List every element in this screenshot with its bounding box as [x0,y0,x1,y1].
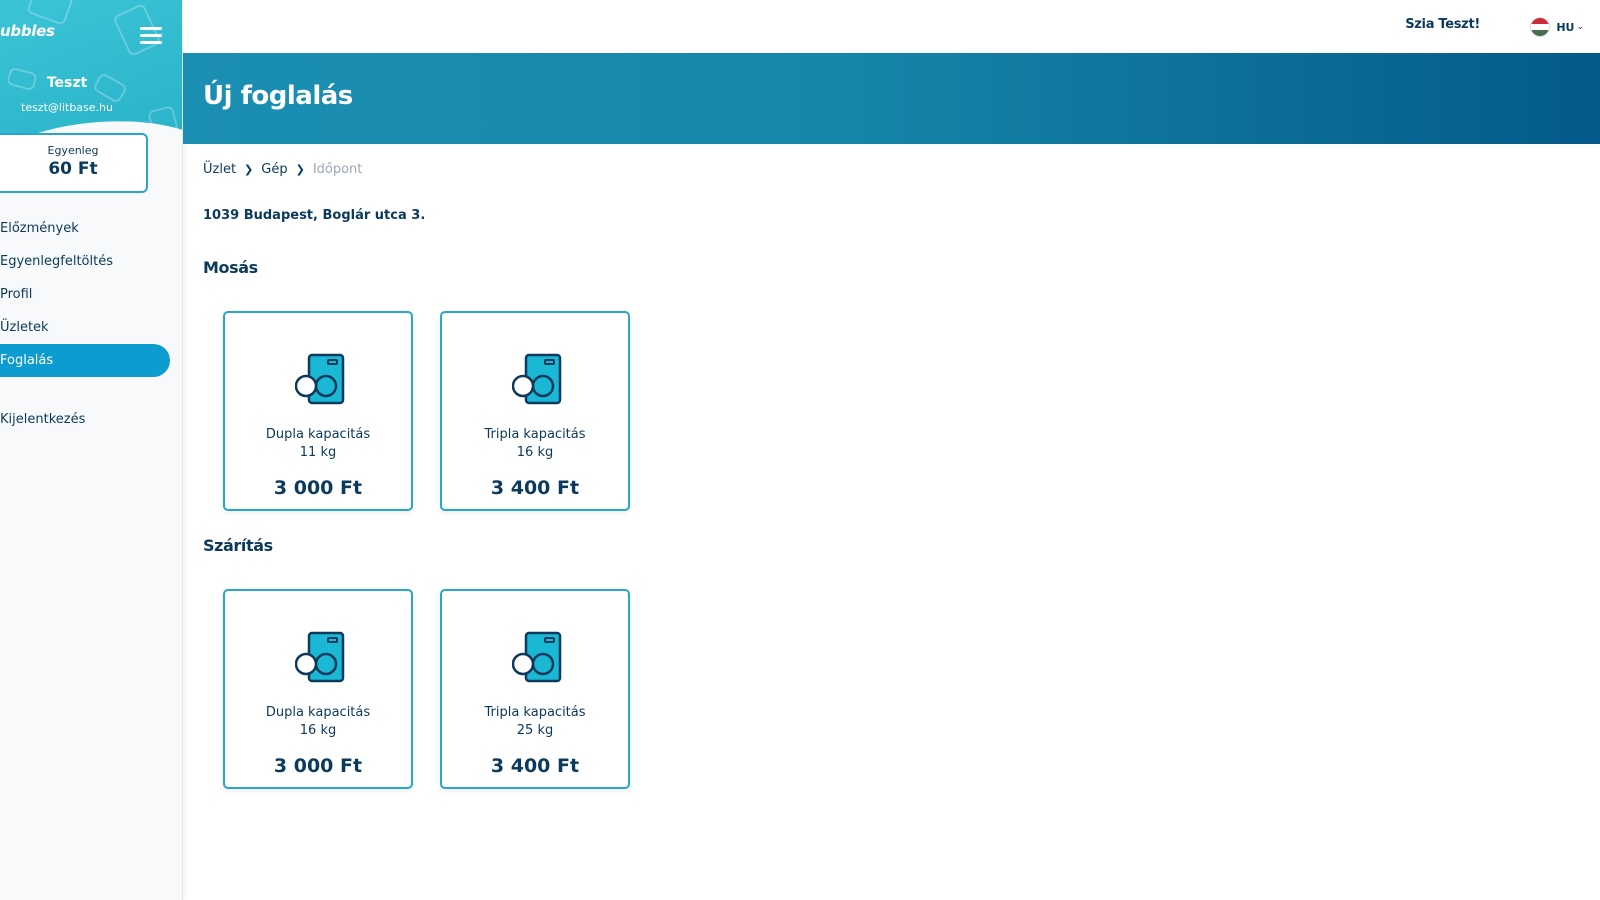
chevron-down-icon: ⌄ [1576,22,1584,32]
machine-capacity: 16 kg [516,445,554,460]
washing-machine-icon [295,353,345,405]
sidebar-header: ubbles Teszt teszt@litbase.hu [0,0,182,140]
balance-value: 60 Ft [48,159,98,179]
language-selector[interactable]: HU ⌄ [1530,16,1584,38]
chevron-right-icon: ❯ [295,163,305,176]
breadcrumb-shop[interactable]: Üzlet [203,162,236,177]
machine-price: 3 400 Ft [490,477,580,499]
washing-machine-icon [512,353,562,405]
machine-price: 3 400 Ft [490,755,580,777]
machine-capacity: 11 kg [299,445,337,460]
sidebar-item-booking[interactable]: Foglalás [0,344,170,377]
breadcrumb-machine[interactable]: Gép [261,162,287,177]
machine-card[interactable]: Dupla kapacitás 16 kg 3 000 Ft [223,589,413,789]
sidebar-item-history[interactable]: Előzmények [0,212,182,245]
machine-card[interactable]: Tripla kapacitás 16 kg 3 400 Ft [440,311,630,511]
machine-capacity: 16 kg [299,723,337,738]
machine-card[interactable]: Tripla kapacitás 25 kg 3 400 Ft [440,589,630,789]
machine-name: Tripla kapacitás [484,427,586,442]
section-title-drying: Szárítás [203,536,273,555]
user-email: teszt@litbase.hu [21,101,113,114]
logout-link[interactable]: Kijelentkezés [0,412,85,427]
balance-label: Egyenleg [47,144,99,157]
dryer-machine-icon [512,631,562,683]
brand-logo[interactable]: ubbles [0,22,55,40]
chevron-right-icon: ❯ [244,163,254,176]
sidebar-item-profile[interactable]: Profil [0,278,182,311]
shop-address: 1039 Budapest, Boglár utca 3. [203,208,426,223]
language-code: HU [1556,20,1575,34]
top-bar: Szia Teszt! HU ⌄ [183,0,1600,53]
dryer-machine-icon [295,631,345,683]
page-title: Új foglalás [203,81,353,111]
sidebar-item-shops[interactable]: Üzletek [0,311,182,344]
hungarian-flag-icon [1530,17,1551,37]
page-banner: Új foglalás [183,53,1600,144]
sidebar-nav: Előzmények Egyenlegfeltöltés Profil Üzle… [0,212,182,377]
sidebar: ubbles Teszt teszt@litbase.hu Egyenleg 6… [0,0,183,900]
machine-name: Dupla kapacitás [265,705,371,720]
section-title-washing: Mosás [203,258,258,277]
machine-capacity: 25 kg [516,723,554,738]
machine-name: Tripla kapacitás [484,705,586,720]
greeting-text[interactable]: Szia Teszt! [1405,17,1480,32]
sidebar-item-topup[interactable]: Egyenlegfeltöltés [0,245,182,278]
breadcrumb: Üzlet ❯ Gép ❯ Időpont [203,162,362,177]
machine-price: 3 000 Ft [273,477,363,499]
machine-price: 3 000 Ft [273,755,363,777]
balance-box: Egyenleg 60 Ft [0,133,148,193]
machine-name: Dupla kapacitás [265,427,371,442]
hamburger-menu-icon[interactable] [138,24,164,46]
machine-card[interactable]: Dupla kapacitás 11 kg 3 000 Ft [223,311,413,511]
breadcrumb-time: Időpont [312,162,363,177]
user-name: Teszt [46,75,88,91]
